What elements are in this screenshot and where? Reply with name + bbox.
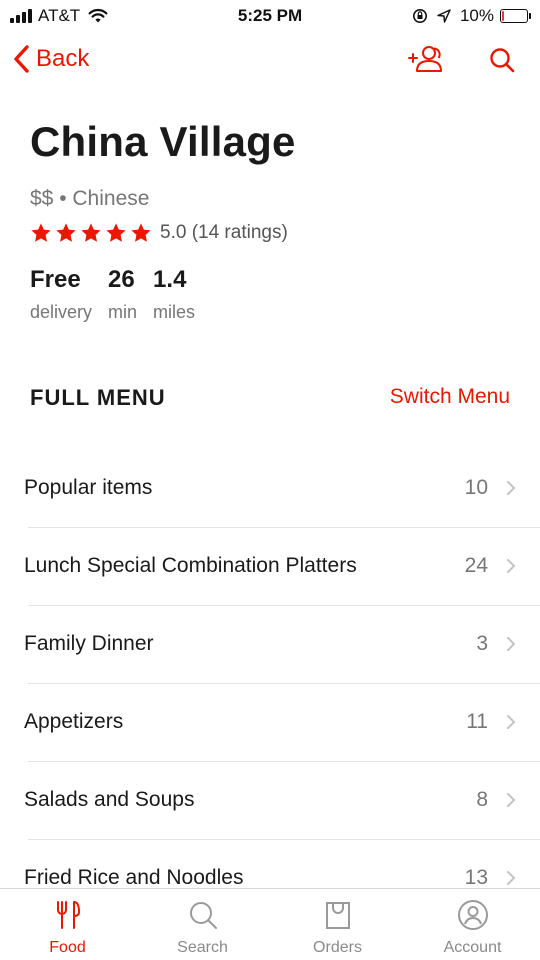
fork-knife-icon bbox=[56, 901, 80, 929]
menu-category-list: Popular items 10 Lunch Special Combinati… bbox=[0, 450, 540, 918]
star-icon bbox=[131, 223, 151, 242]
tab-label: Account bbox=[443, 939, 502, 956]
add-friend-button[interactable] bbox=[408, 44, 446, 79]
category-label: Salads and Soups bbox=[24, 788, 195, 811]
stat-distance: 1.4 miles bbox=[153, 266, 195, 323]
switch-menu-button[interactable]: Switch Menu bbox=[390, 385, 510, 409]
back-button[interactable]: Back bbox=[12, 44, 89, 74]
status-bar: AT&T 5:25 PM 10% bbox=[0, 0, 540, 32]
nav-bar: Back bbox=[0, 38, 540, 84]
category-label: Lunch Special Combination Platters bbox=[24, 554, 357, 577]
tab-search[interactable]: Search bbox=[135, 889, 270, 960]
menu-section-title: FULL MENU bbox=[30, 385, 166, 410]
battery-level bbox=[502, 11, 504, 21]
signal-icon bbox=[10, 9, 32, 23]
store-stats: Free delivery 26 min 1.4 miles bbox=[30, 266, 211, 323]
chevron-right-icon bbox=[507, 715, 515, 729]
stat-delivery: Free delivery bbox=[30, 266, 92, 323]
star-icon bbox=[31, 223, 51, 242]
menu-category-popular-items[interactable]: Popular items 10 bbox=[0, 450, 540, 528]
star-icon bbox=[106, 223, 126, 242]
menu-category-family-dinner[interactable]: Family Dinner 3 bbox=[0, 606, 540, 684]
search-button[interactable] bbox=[488, 46, 516, 79]
rating-text: 5.0 (14 ratings) bbox=[160, 222, 288, 243]
search-icon bbox=[490, 48, 515, 73]
store-name: China Village bbox=[30, 118, 296, 165]
status-left: AT&T bbox=[10, 6, 108, 26]
status-right: 10% bbox=[412, 6, 531, 26]
bag-icon bbox=[325, 902, 350, 929]
category-label: Appetizers bbox=[24, 710, 124, 733]
battery-percent: 10% bbox=[459, 6, 494, 25]
stat-time: 26 min bbox=[108, 266, 137, 323]
tab-bar: Food Search Orders Account bbox=[0, 888, 540, 960]
category-count: 11 bbox=[466, 710, 488, 733]
location-icon bbox=[437, 9, 451, 23]
stat-label: min bbox=[108, 302, 138, 322]
category-count: 8 bbox=[476, 788, 488, 811]
stat-label: delivery bbox=[30, 302, 93, 322]
chevron-right-icon bbox=[507, 793, 515, 807]
stat-label: miles bbox=[153, 302, 196, 322]
rating-row: 5.0 (14 ratings) bbox=[30, 222, 288, 244]
category-label: Popular items bbox=[24, 476, 153, 499]
tab-orders[interactable]: Orders bbox=[270, 889, 405, 960]
category-label: Family Dinner bbox=[24, 632, 154, 655]
chevron-right-icon bbox=[507, 481, 515, 495]
menu-category-salads-soups[interactable]: Salads and Soups 8 bbox=[0, 762, 540, 840]
category-label: Fried Rice and Noodles bbox=[24, 866, 244, 889]
wifi-icon bbox=[88, 8, 108, 23]
chevron-right-icon bbox=[507, 871, 515, 885]
chevron-right-icon bbox=[507, 559, 515, 573]
stat-value: 26 bbox=[108, 266, 135, 293]
orientation-lock-icon bbox=[412, 9, 427, 23]
add-friend-icon bbox=[408, 46, 442, 72]
stat-value: Free bbox=[30, 266, 81, 293]
menu-category-lunch-special[interactable]: Lunch Special Combination Platters 24 bbox=[0, 528, 540, 606]
tab-label: Search bbox=[177, 939, 228, 956]
stat-value: 1.4 bbox=[153, 266, 187, 293]
category-count: 24 bbox=[464, 554, 488, 577]
carrier-label: AT&T bbox=[38, 6, 81, 25]
menu-category-appetizers[interactable]: Appetizers 11 bbox=[0, 684, 540, 762]
tab-label: Orders bbox=[313, 939, 362, 956]
tab-label: Food bbox=[49, 939, 86, 956]
category-count: 10 bbox=[464, 476, 488, 499]
tab-food[interactable]: Food bbox=[0, 889, 135, 960]
battery-icon bbox=[500, 9, 531, 23]
person-icon bbox=[457, 900, 488, 930]
store-meta: $$ • Chinese bbox=[30, 187, 150, 210]
chevron-left-icon bbox=[14, 45, 29, 73]
rating-stars bbox=[30, 222, 152, 244]
star-icon bbox=[56, 223, 76, 242]
search-icon bbox=[189, 902, 217, 929]
category-count: 3 bbox=[476, 632, 488, 655]
star-icon bbox=[81, 223, 101, 242]
back-label: Back bbox=[36, 45, 90, 72]
chevron-right-icon bbox=[507, 637, 515, 651]
tab-account[interactable]: Account bbox=[405, 889, 540, 960]
category-count: 13 bbox=[464, 866, 488, 889]
